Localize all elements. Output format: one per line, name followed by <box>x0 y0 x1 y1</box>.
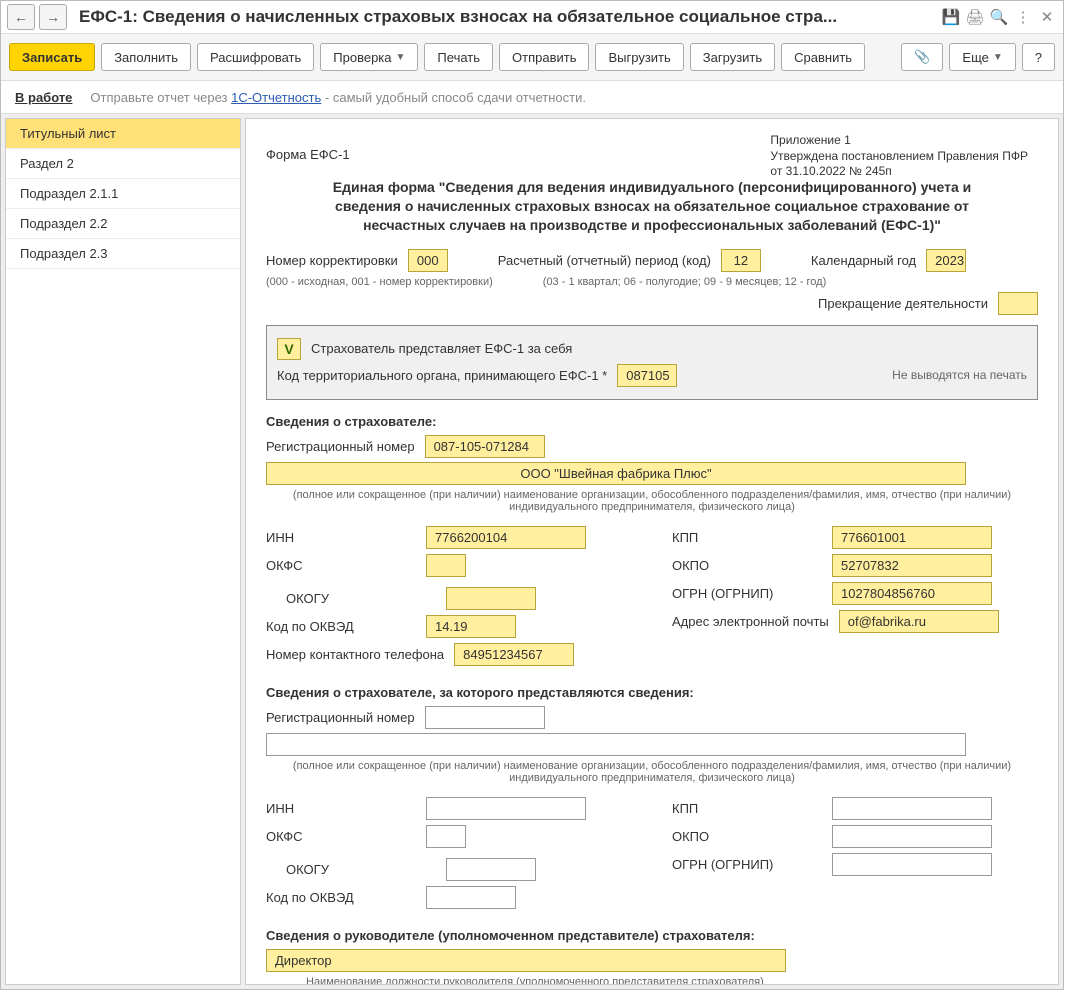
year-field[interactable]: 2023 <box>926 249 966 272</box>
kpp-field[interactable]: 776601001 <box>832 526 992 549</box>
compare-button[interactable]: Сравнить <box>781 43 865 71</box>
inn-field[interactable]: 7766200104 <box>426 526 586 549</box>
insurer-header: Сведения о страхователе: <box>266 414 1038 429</box>
period-field[interactable]: 12 <box>721 249 761 272</box>
cease-field[interactable] <box>998 292 1038 315</box>
paperclip-icon: 📎 <box>914 49 930 65</box>
period-label: Расчетный (отчетный) период (код) <box>498 253 711 268</box>
status-label[interactable]: В работе <box>15 90 72 105</box>
other-regnum-field[interactable] <box>425 706 545 729</box>
regnum-label: Регистрационный номер <box>266 439 415 454</box>
kebab-icon[interactable]: ⋮ <box>1013 7 1033 27</box>
correction-label: Номер корректировки <box>266 253 398 268</box>
more-button[interactable]: Еще▼ <box>949 43 1015 71</box>
okved-label: Код по ОКВЭД <box>266 619 416 634</box>
sidebar-item-subsection-22[interactable]: Подраздел 2.2 <box>6 209 240 239</box>
save-button[interactable]: Записать <box>9 43 95 71</box>
sidebar-item-title-page[interactable]: Титульный лист <box>6 119 240 149</box>
inn-label: ИНН <box>266 530 416 545</box>
other-okfs-field[interactable] <box>426 825 466 848</box>
help-button[interactable]: ? <box>1022 43 1055 71</box>
other-ogrn-label: ОГРН (ОГРНИП) <box>672 857 822 872</box>
ogrn-label: ОГРН (ОГРНИП) <box>672 586 822 601</box>
correction-note: (000 - исходная, 001 - номер корректиров… <box>266 276 493 288</box>
print-icon[interactable]: 🖨 <box>965 7 985 27</box>
phone-label: Номер контактного телефона <box>266 647 444 662</box>
other-okogu-field[interactable] <box>446 858 536 881</box>
form-content: Приложение 1 Утверждена постановлением П… <box>245 118 1059 985</box>
regnum-field[interactable]: 087-105-071284 <box>425 435 545 458</box>
save-icon[interactable]: 💾 <box>941 7 961 27</box>
territory-label: Код территориального органа, принимающег… <box>277 368 607 383</box>
window-title: ЕФС-1: Сведения о начисленных страховых … <box>79 7 929 27</box>
okogu-label: ОКОГУ <box>286 591 436 606</box>
kpp-label: КПП <box>672 530 822 545</box>
fill-button[interactable]: Заполнить <box>101 43 191 71</box>
cease-label: Прекращение деятельности <box>818 296 988 311</box>
approval-block: Приложение 1 Утверждена постановлением П… <box>770 133 1028 180</box>
okved-field[interactable]: 14.19 <box>426 615 516 638</box>
hint-bar: В работе Отправьте отчет через 1С-Отчетн… <box>1 81 1063 114</box>
email-label: Адрес электронной почты <box>672 614 829 629</box>
close-icon[interactable]: ✕ <box>1037 7 1057 27</box>
ogrn-field[interactable]: 1027804856760 <box>832 582 992 605</box>
org-name-note: (полное или сокращенное (при наличии) на… <box>266 489 1038 513</box>
nav-forward-button[interactable]: → <box>39 4 67 30</box>
other-header: Сведения о страхователе, за которого пре… <box>266 685 1038 700</box>
section-sidebar: Титульный лист Раздел 2 Подраздел 2.1.1 … <box>5 118 241 985</box>
other-okpo-label: ОКПО <box>672 829 822 844</box>
preview-icon[interactable]: 🔍 <box>989 7 1009 27</box>
period-note: (03 - 1 квартал; 06 - полугодие; 09 - 9 … <box>543 276 826 288</box>
phone-field[interactable]: 84951234567 <box>454 643 574 666</box>
attach-button[interactable]: 📎 <box>901 43 943 71</box>
self-box: V Страхователь представляет ЕФС-1 за себ… <box>266 325 1038 400</box>
other-kpp-field[interactable] <box>832 797 992 820</box>
other-kpp-label: КПП <box>672 801 822 816</box>
other-okpo-field[interactable] <box>832 825 992 848</box>
import-button[interactable]: Загрузить <box>690 43 775 71</box>
okpo-label: ОКПО <box>672 558 822 573</box>
org-name-field[interactable]: ООО "Швейная фабрика Плюс" <box>266 462 966 485</box>
position-field[interactable]: Директор <box>266 949 786 972</box>
territory-field[interactable]: 087105 <box>617 364 677 387</box>
hint-text: Отправьте отчет через 1С-Отчетность - са… <box>90 90 586 105</box>
titlebar: ← → ЕФС-1: Сведения о начисленных страхо… <box>1 1 1063 34</box>
okogu-field[interactable] <box>446 587 536 610</box>
export-button[interactable]: Выгрузить <box>595 43 683 71</box>
correction-field[interactable]: 000 <box>408 249 448 272</box>
okfs-field[interactable] <box>426 554 466 577</box>
decode-button[interactable]: Расшифровать <box>197 43 314 71</box>
other-inn-label: ИНН <box>266 801 416 816</box>
other-okogu-label: ОКОГУ <box>286 862 436 877</box>
position-note: Наименование должности руководителя (упо… <box>306 976 1038 985</box>
other-ogrn-field[interactable] <box>832 853 992 876</box>
form-title: Единая форма "Сведения для ведения индив… <box>306 178 998 235</box>
sidebar-item-section-2[interactable]: Раздел 2 <box>6 149 240 179</box>
other-okved-label: Код по ОКВЭД <box>266 890 416 905</box>
other-name-note: (полное или сокращенное (при наличии) на… <box>266 760 1038 784</box>
head-header: Сведения о руководителе (уполномоченном … <box>266 928 1038 943</box>
okpo-field[interactable]: 52707832 <box>832 554 992 577</box>
noprint-label: Не выводятся на печать <box>892 368 1027 382</box>
self-checkbox[interactable]: V <box>277 338 301 360</box>
sidebar-item-subsection-23[interactable]: Подраздел 2.3 <box>6 239 240 269</box>
check-button[interactable]: Проверка▼ <box>320 43 418 71</box>
other-name-field[interactable] <box>266 733 966 756</box>
self-label: Страхователь представляет ЕФС-1 за себя <box>311 341 572 356</box>
reporting-link[interactable]: 1С-Отчетность <box>231 90 321 105</box>
other-okved-field[interactable] <box>426 886 516 909</box>
print-button[interactable]: Печать <box>424 43 493 71</box>
send-button[interactable]: Отправить <box>499 43 589 71</box>
other-regnum-label: Регистрационный номер <box>266 710 415 725</box>
nav-back-button[interactable]: ← <box>7 4 35 30</box>
other-inn-field[interactable] <box>426 797 586 820</box>
toolbar: Записать Заполнить Расшифровать Проверка… <box>1 34 1063 81</box>
sidebar-item-subsection-211[interactable]: Подраздел 2.1.1 <box>6 179 240 209</box>
email-field[interactable]: of@fabrika.ru <box>839 610 999 633</box>
okfs-label: ОКФС <box>266 558 416 573</box>
other-okfs-label: ОКФС <box>266 829 416 844</box>
year-label: Календарный год <box>811 253 916 268</box>
